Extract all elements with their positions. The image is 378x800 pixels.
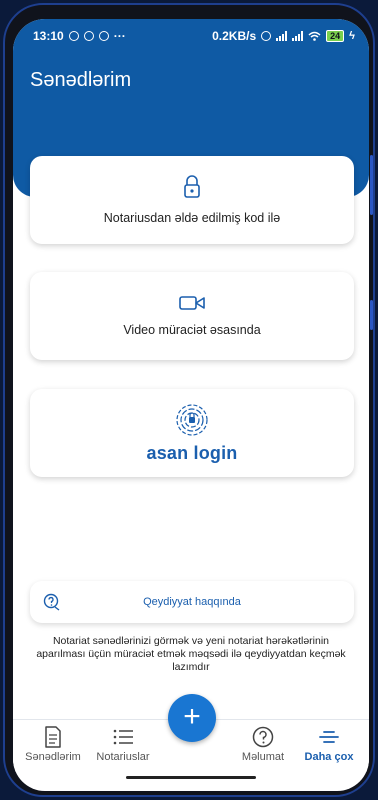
nav-notaries-label: Notariuslar <box>96 751 150 763</box>
home-indicator <box>126 776 256 779</box>
net-speed: 0.2KB/s <box>212 29 257 43</box>
nav-info-label: Məlumat <box>241 751 285 763</box>
document-icon <box>45 726 61 748</box>
signal-icon <box>276 31 288 41</box>
status-time: 13:10 <box>33 29 64 43</box>
app-screen: 13:10 ··· 0.2KB/s 24 ϟ Sənədlərim Notari… <box>13 19 369 791</box>
wifi-icon <box>308 31 321 41</box>
more-notifications-indicator: ··· <box>113 29 126 43</box>
notification-icon-2 <box>98 31 109 41</box>
chat-help-icon <box>43 593 60 611</box>
nav-documents-label: Sənədlərim <box>25 751 81 763</box>
code-login-card[interactable]: Notariusdan əldə edilmiş kod ilə <box>30 156 354 244</box>
registration-description: Notariat sənədlərinizi görmək və yeni no… <box>36 635 346 673</box>
power-button <box>370 300 373 330</box>
status-bar: 13:10 ··· 0.2KB/s 24 ϟ <box>13 19 369 53</box>
lock-icon <box>184 175 200 198</box>
notification-icon <box>83 31 94 41</box>
video-camera-icon <box>179 296 205 310</box>
registration-info-label: Qeydiyyat haqqında <box>143 596 241 608</box>
nav-info[interactable]: Məlumat <box>227 726 299 763</box>
nav-documents[interactable]: Sənədlərim <box>17 726 89 763</box>
video-application-label: Video müraciət əsasında <box>123 323 261 337</box>
alarm-icon <box>261 31 272 41</box>
nav-notaries[interactable]: Notariuslar <box>87 726 159 763</box>
registration-info-button[interactable]: Qeydiyyat haqqında <box>30 581 354 623</box>
page-title: Sənədlərim <box>30 69 132 91</box>
whatsapp-icon <box>68 31 79 41</box>
nav-more[interactable]: Daha çox <box>293 726 365 763</box>
video-application-card[interactable]: Video müraciət əsasında <box>30 272 354 360</box>
menu-icon <box>319 731 339 743</box>
help-circle-icon <box>252 726 274 748</box>
code-login-label: Notariusdan əldə edilmiş kod ilə <box>103 211 281 225</box>
volume-button <box>370 155 373 215</box>
fingerprint-icon <box>176 403 208 436</box>
signal-icon-2 <box>292 31 304 41</box>
add-button[interactable]: + <box>168 694 216 742</box>
battery-indicator: 24 <box>326 30 345 42</box>
list-icon <box>113 729 133 745</box>
phone-frame: 13:10 ··· 0.2KB/s 24 ϟ Sənədlərim Notari… <box>3 3 375 797</box>
nav-more-label: Daha çox <box>304 751 354 763</box>
asan-login-card[interactable]: asan login <box>30 389 354 477</box>
charging-icon: ϟ <box>349 30 355 42</box>
asan-login-label: asan login <box>146 442 238 463</box>
